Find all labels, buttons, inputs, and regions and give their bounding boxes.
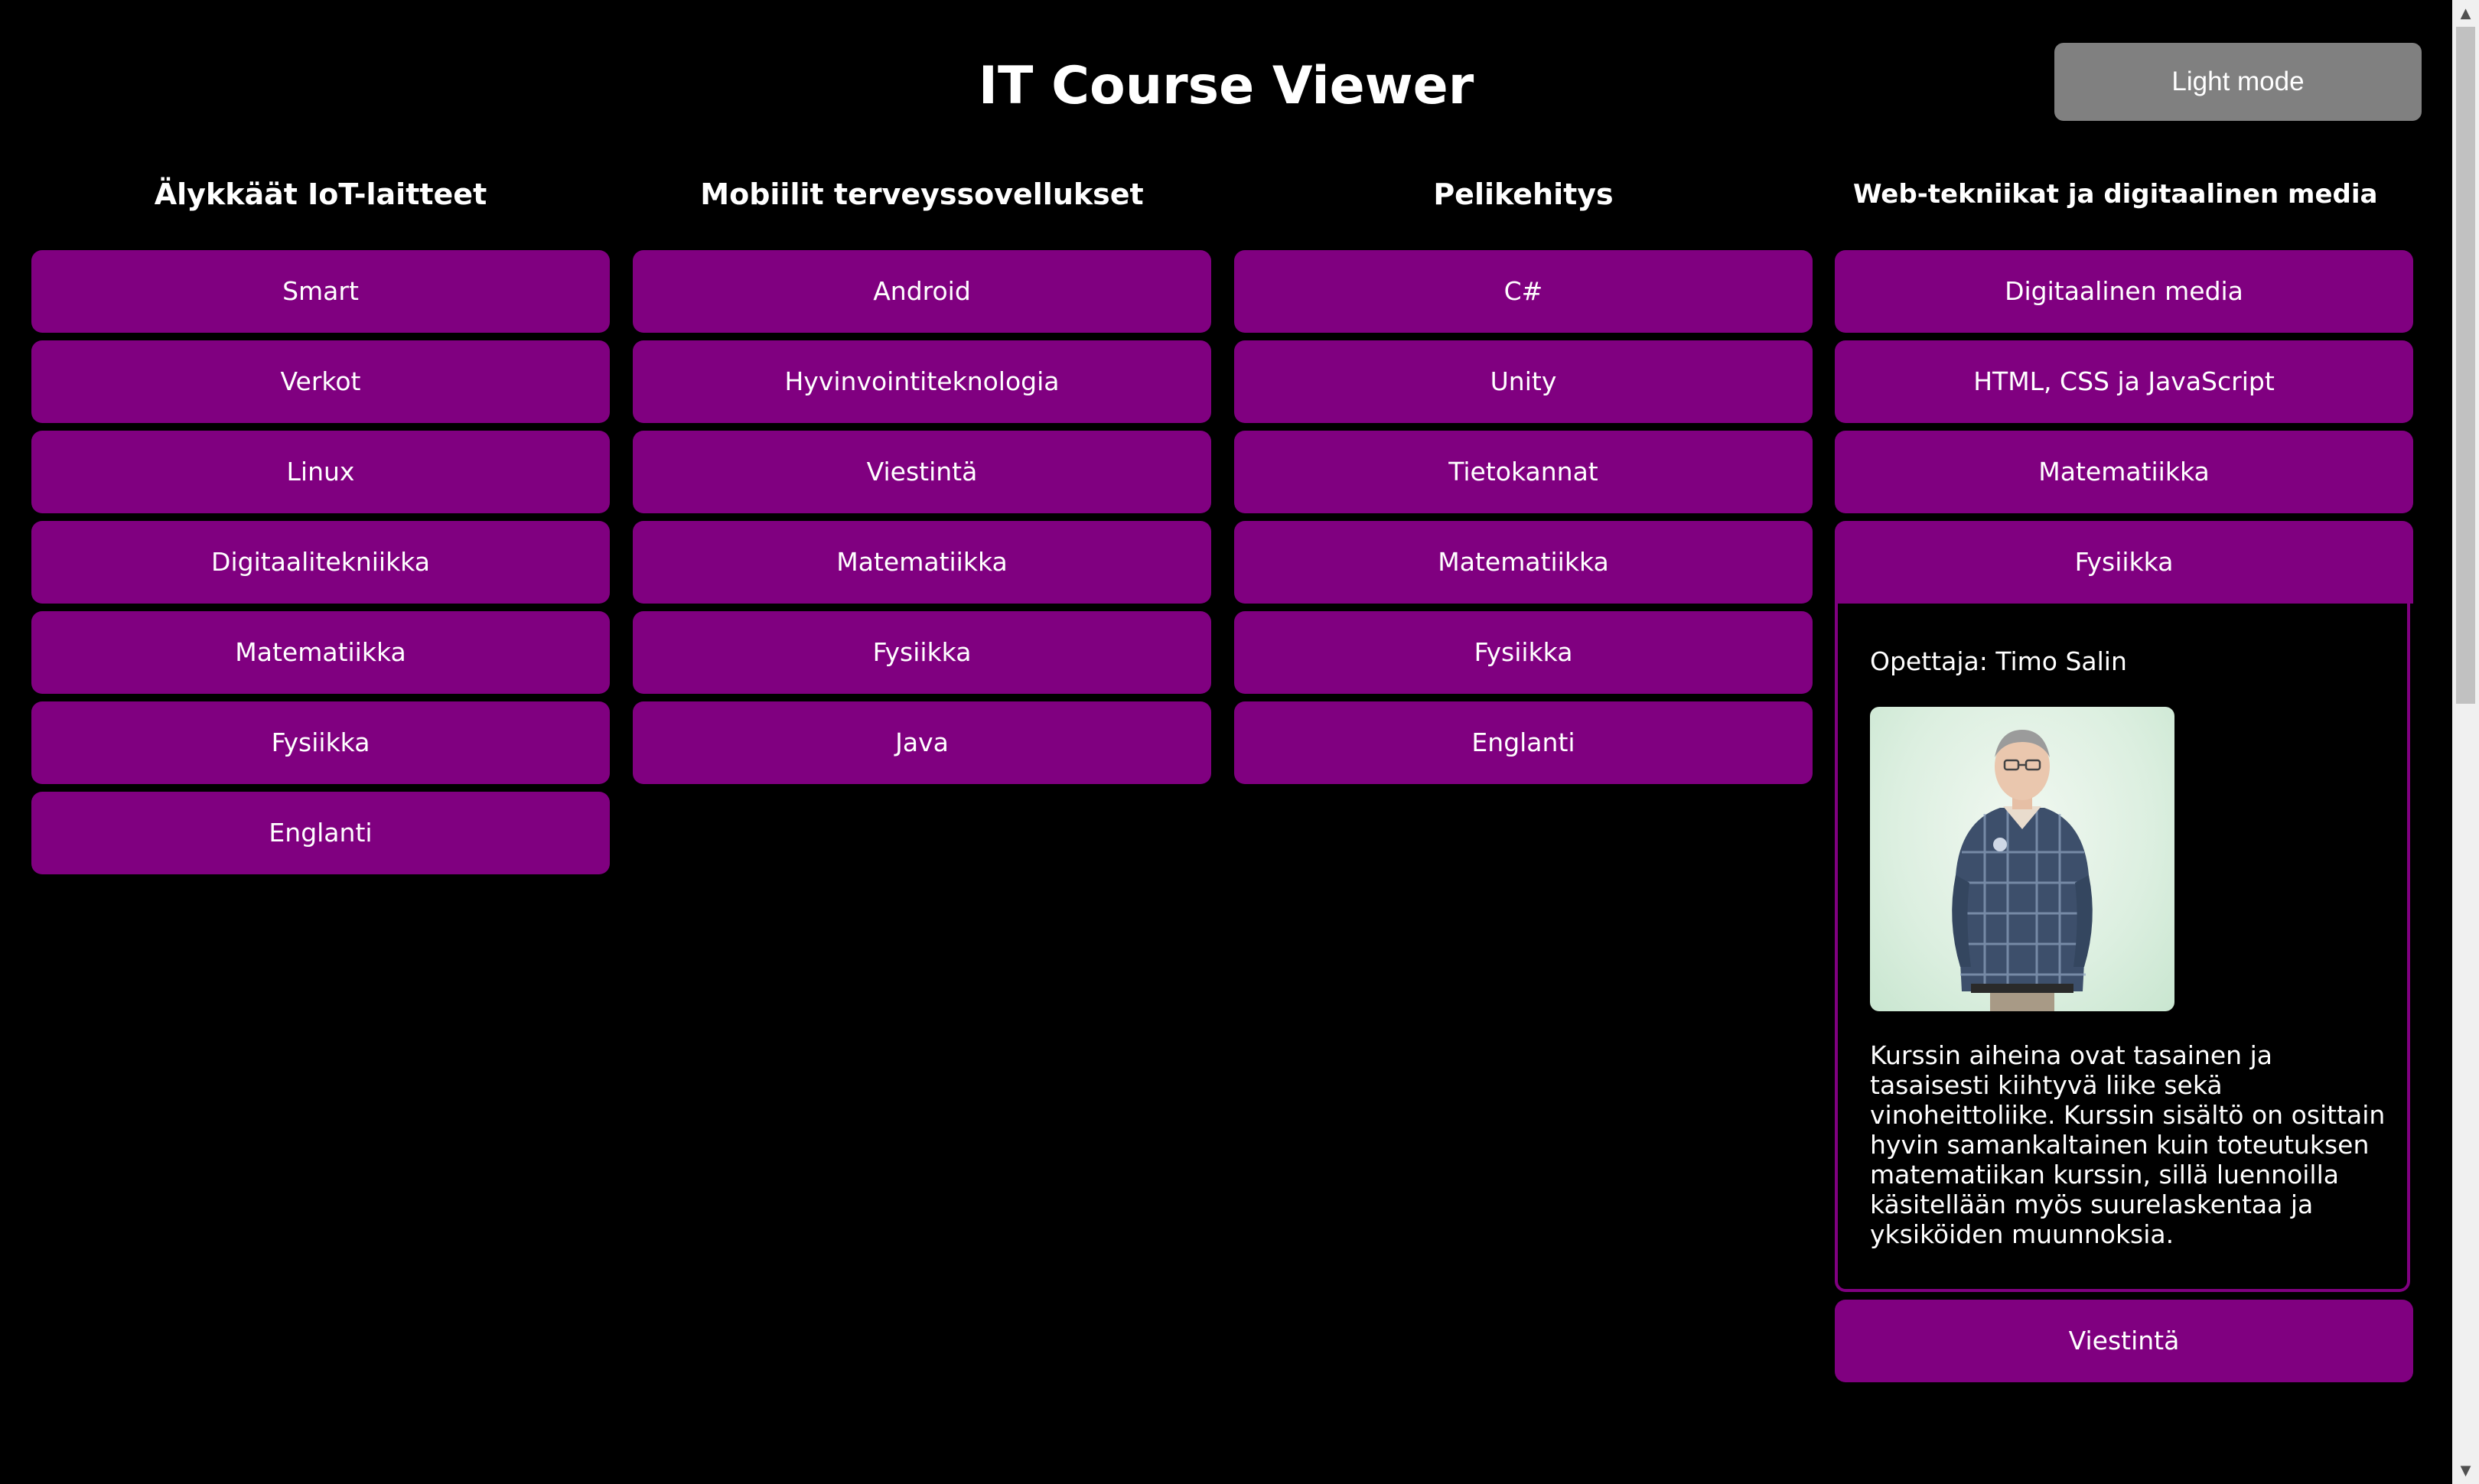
course-button[interactable]: Fysiikka (1234, 611, 1813, 694)
course-button[interactable]: HTML, CSS ja JavaScript (1835, 340, 2413, 423)
column-heading: Älykkäät IoT-laitteet (154, 177, 487, 211)
course-button[interactable]: Fysiikka (31, 701, 610, 784)
course-button[interactable]: Unity (1234, 340, 1813, 423)
column-heading: Pelikehitys (1433, 177, 1614, 211)
course-button[interactable]: Englanti (31, 792, 610, 874)
scroll-up-icon[interactable]: ▲ (2452, 0, 2479, 27)
course-button[interactable]: Fysiikka (633, 611, 1211, 694)
person-portrait-icon (1952, 730, 2093, 1011)
course-button[interactable]: Hyvinvointiteknologia (633, 340, 1211, 423)
page: IT Course Viewer Light mode Älykkäät IoT… (0, 0, 2479, 1484)
vertical-scrollbar[interactable]: ▲ ▼ (2452, 0, 2479, 1484)
course-details-panel: Opettaja: Timo Salin Kurssin aiheina ova… (1835, 604, 2410, 1292)
column-heading: Web-tekniikat ja digitaalinen media (1853, 179, 2378, 210)
course-button[interactable]: Smart (31, 250, 610, 333)
course-button[interactable]: Matematiikka (633, 521, 1211, 604)
course-button[interactable]: Matematiikka (1234, 521, 1813, 604)
program-column-mobile-health: Mobiilit terveyssovellukset Android Hyvi… (633, 167, 1211, 792)
course-button[interactable]: Matematiikka (31, 611, 610, 694)
course-button[interactable]: Matematiikka (1835, 431, 2413, 513)
course-button[interactable]: Java (633, 701, 1211, 784)
course-button[interactable]: Digitaalitekniikka (31, 521, 610, 604)
course-description: Kurssin aiheina ovat tasainen ja tasaise… (1870, 1040, 2386, 1249)
scrollbar-thumb[interactable] (2456, 27, 2475, 704)
course-button[interactable]: Englanti (1234, 701, 1813, 784)
light-mode-button[interactable]: Light mode (2054, 43, 2422, 121)
course-button[interactable]: Tietokannat (1234, 431, 1813, 513)
program-column-game-dev: Pelikehitys C# Unity Tietokannat Matemat… (1234, 167, 1813, 792)
course-button[interactable]: Viestintä (633, 431, 1211, 513)
course-button[interactable]: Android (633, 250, 1211, 333)
course-button[interactable]: Verkot (31, 340, 610, 423)
course-button[interactable]: Linux (31, 431, 610, 513)
program-column-iot: Älykkäät IoT-laitteet Smart Verkot Linux… (31, 167, 610, 882)
course-button[interactable]: Viestintä (1835, 1300, 2413, 1382)
course-button[interactable]: C# (1234, 250, 1813, 333)
course-button-expanded[interactable]: Fysiikka (1835, 521, 2413, 604)
column-heading: Mobiilit terveyssovellukset (700, 177, 1144, 211)
program-column-web: Web-tekniikat ja digitaalinen media Digi… (1835, 167, 2413, 1390)
teacher-photo (1870, 707, 2174, 1011)
teacher-label: Opettaja: Timo Salin (1870, 646, 2127, 676)
course-button[interactable]: Digitaalinen media (1835, 250, 2413, 333)
scroll-down-icon[interactable]: ▼ (2452, 1457, 2479, 1484)
